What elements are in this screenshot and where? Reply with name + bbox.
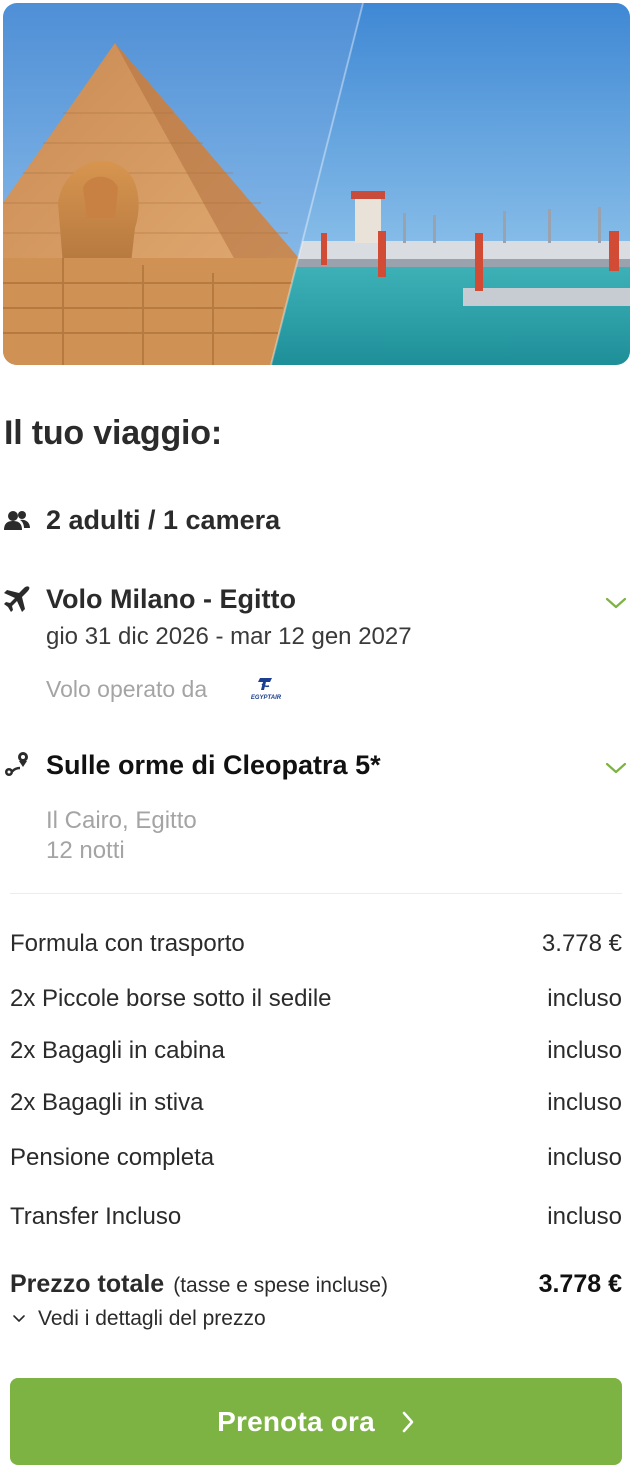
trip-title: Il tuo viaggio: [4, 414, 222, 452]
price-row-label: 2x Bagagli in cabina [10, 1037, 225, 1064]
price-row: Transfer Incluso incluso [10, 1200, 622, 1234]
flight-dates: gio 31 dic 2026 - mar 12 gen 2027 [46, 623, 412, 650]
price-row-value: incluso [547, 985, 622, 1012]
total-price-value: 3.778 € [538, 1269, 622, 1298]
price-row: 2x Bagagli in stiva incluso [10, 1086, 622, 1120]
users-icon [4, 511, 30, 530]
total-price-label: Prezzo totale [10, 1269, 165, 1298]
book-now-label: Prenota ora [217, 1405, 375, 1437]
airplane-icon [4, 586, 30, 612]
price-row: Pensione completa incluso [10, 1141, 622, 1175]
price-details-label: Vedi i dettagli del prezzo [38, 1307, 266, 1330]
route-pin-icon [5, 752, 28, 776]
tour-nights: 12 notti [46, 837, 125, 864]
book-now-button[interactable]: Prenota ora [10, 1378, 622, 1465]
guests-summary: 2 adulti / 1 camera [46, 505, 281, 535]
tour-title: Sulle orme di Cleopatra 5* [46, 750, 381, 780]
tour-expand-chevron-down-icon[interactable] [605, 761, 627, 775]
price-row-label: 2x Piccole borse sotto il sedile [10, 985, 332, 1012]
svg-text:EGYPTAIR: EGYPTAIR [251, 695, 282, 701]
chevron-down-icon [13, 1315, 25, 1322]
flight-expand-chevron-down-icon[interactable] [605, 596, 627, 610]
price-row-value: incluso [547, 1037, 622, 1064]
price-row: 2x Bagagli in cabina incluso [10, 1034, 622, 1068]
flight-title: Volo Milano - Egitto [46, 584, 296, 614]
price-details-link[interactable]: Vedi i dettagli del prezzo [10, 1305, 266, 1333]
total-price-note: (tasse e spese incluse) [173, 1273, 388, 1297]
price-row: Formula con trasporto 3.778 € [10, 927, 622, 961]
price-row-label: 2x Bagagli in stiva [10, 1089, 204, 1116]
price-row-value: incluso [547, 1144, 622, 1171]
divider [10, 893, 622, 894]
tour-location: Il Cairo, Egitto [46, 807, 197, 834]
total-price-row: Prezzo totale (tasse e spese incluse) 3.… [10, 1266, 622, 1302]
price-row-value: incluso [547, 1089, 622, 1116]
price-row-label: Formula con trasporto [10, 930, 245, 957]
chevron-right-icon [402, 1411, 414, 1432]
hero-image [3, 3, 630, 365]
price-row-label: Pensione completa [10, 1144, 215, 1171]
price-row-value: incluso [547, 1203, 622, 1230]
price-row-value: 3.778 € [541, 930, 622, 957]
hero-illustration [3, 3, 630, 365]
egyptair-logo: EGYPTAIR [251, 678, 282, 701]
price-row-label: Transfer Incluso [10, 1203, 182, 1230]
total-price-label-group: Prezzo totale (tasse e spese incluse) [10, 1270, 388, 1299]
flight-operated-by: Volo operato da [46, 676, 208, 702]
price-row: 2x Piccole borse sotto il sedile incluso [10, 982, 622, 1016]
